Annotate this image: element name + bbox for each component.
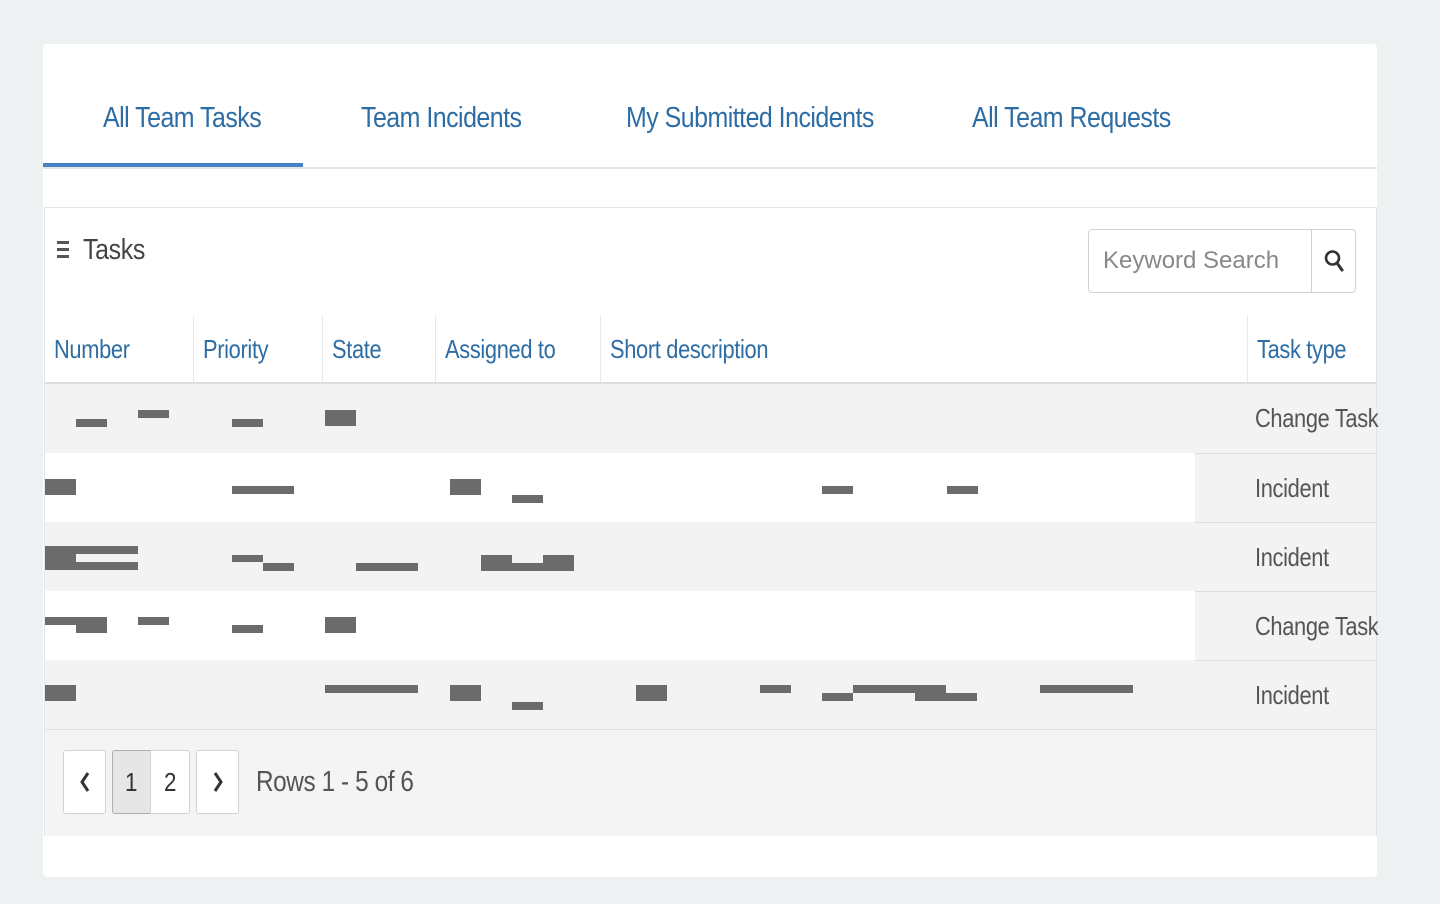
redacted-text xyxy=(45,685,76,701)
redacted-text xyxy=(450,479,481,495)
active-tab-indicator xyxy=(43,163,303,167)
task-type-cell: Incident xyxy=(1195,522,1376,591)
chevron-right-icon xyxy=(213,772,223,792)
tab-all-team-tasks[interactable]: All Team Tasks xyxy=(103,102,262,135)
page-1-button[interactable]: 1 xyxy=(112,750,151,814)
redacted-text xyxy=(232,419,263,427)
table-row[interactable]: Change Task xyxy=(45,384,1379,453)
hamburger-menu-icon[interactable] xyxy=(57,241,69,259)
redacted-text xyxy=(481,555,512,571)
task-type-cell: Incident xyxy=(1195,660,1376,729)
table-header: Number Priority State Assigned to Short … xyxy=(45,316,1376,384)
search-button[interactable] xyxy=(1311,230,1355,292)
table-row[interactable]: Incident xyxy=(45,522,1376,591)
redacted-text xyxy=(450,685,481,701)
table-row[interactable]: Incident xyxy=(45,453,1376,522)
task-type-cell: Change Task xyxy=(1195,591,1379,660)
redacted-text xyxy=(512,563,543,571)
search-icon xyxy=(1324,250,1344,272)
redacted-text xyxy=(45,617,107,625)
redacted-text xyxy=(76,419,107,427)
next-page-button[interactable] xyxy=(196,750,239,814)
column-header-number[interactable]: Number xyxy=(45,316,193,382)
tab-bar: All Team Tasks Team Incidents My Submitt… xyxy=(43,44,1377,169)
column-header-task-type[interactable]: Task type xyxy=(1247,316,1376,382)
redacted-text xyxy=(76,562,138,570)
redacted-text xyxy=(138,617,169,625)
redacted-text xyxy=(947,486,978,494)
redacted-text xyxy=(512,495,543,503)
redacted-text xyxy=(636,685,667,701)
redacted-text xyxy=(760,685,791,693)
redacted-text xyxy=(138,410,169,418)
previous-page-button[interactable] xyxy=(63,750,106,814)
task-type-cell: Change Task xyxy=(1195,384,1379,453)
panel-header: Tasks xyxy=(45,208,1376,316)
redacted-text xyxy=(232,625,263,633)
rows-info: Rows 1 - 5 of 6 xyxy=(256,766,414,798)
keyword-search-input[interactable] xyxy=(1089,230,1311,292)
chevron-left-icon xyxy=(80,772,90,792)
redacted-text xyxy=(45,554,76,562)
redacted-text xyxy=(1040,685,1133,693)
redacted-text xyxy=(915,685,946,701)
redacted-text xyxy=(45,479,76,495)
column-header-assigned-to[interactable]: Assigned to xyxy=(435,316,600,382)
column-header-priority[interactable]: Priority xyxy=(193,316,322,382)
redacted-text xyxy=(325,617,356,633)
redacted-text xyxy=(822,486,853,494)
page-2-button[interactable]: 2 xyxy=(150,750,190,814)
redacted-text xyxy=(325,410,356,426)
column-header-state[interactable]: State xyxy=(322,316,435,382)
table-row[interactable]: Incident xyxy=(45,660,1376,729)
redacted-text xyxy=(543,555,574,571)
redacted-text xyxy=(946,693,977,701)
tasks-panel: Tasks Number Priority State Assigned to … xyxy=(44,207,1379,836)
redacted-text xyxy=(76,625,107,633)
task-type-cell: Incident xyxy=(1195,453,1376,522)
tab-my-submitted-incidents[interactable]: My Submitted Incidents xyxy=(626,102,874,135)
redacted-text xyxy=(325,685,418,693)
pagination-bar: 1 2 Rows 1 - 5 of 6 xyxy=(45,729,1376,836)
table-row[interactable]: Change Task xyxy=(45,591,1379,660)
search-box xyxy=(1088,229,1356,293)
redacted-text xyxy=(45,562,76,570)
redacted-text xyxy=(263,563,294,571)
redacted-text xyxy=(822,693,853,701)
redacted-text xyxy=(356,563,418,571)
redacted-text xyxy=(232,555,263,562)
column-header-short-description[interactable]: Short description xyxy=(600,316,1247,382)
redacted-text xyxy=(45,546,138,554)
tab-all-team-requests[interactable]: All Team Requests xyxy=(972,102,1171,135)
redacted-text xyxy=(512,702,543,710)
panel-title: Tasks xyxy=(83,234,146,266)
redacted-text xyxy=(232,486,294,494)
content-card: All Team Tasks Team Incidents My Submitt… xyxy=(43,44,1379,877)
tab-team-incidents[interactable]: Team Incidents xyxy=(361,102,522,135)
